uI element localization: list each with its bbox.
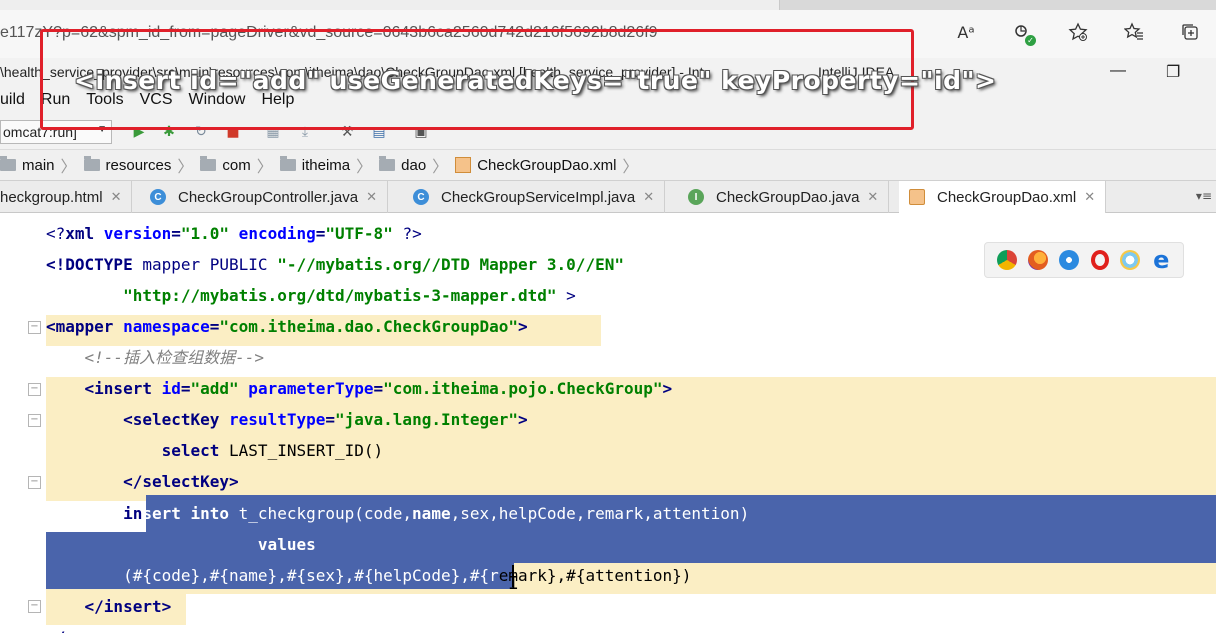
interface-icon: I <box>688 189 704 205</box>
code-line: insert into t_checkgroup(code,name,sex,h… <box>46 504 750 523</box>
tab-checkgroup-dao-java[interactable]: I CheckGroupDao.java ✕ <box>678 181 890 213</box>
fold-icon[interactable]: − <box>28 600 41 613</box>
breadcrumb-itheima[interactable]: itheima <box>279 156 350 174</box>
xml-file-icon <box>909 189 925 205</box>
tab-list-icon[interactable]: ▾≡ <box>1196 189 1212 203</box>
extension-icon[interactable]: ✓ <box>1010 20 1036 46</box>
tab-checkgroup-dao-xml[interactable]: CheckGroupDao.xml ✕ <box>899 181 1107 213</box>
chevron-right-icon: 〉 <box>432 159 449 176</box>
close-icon[interactable]: ✕ <box>867 189 878 205</box>
folder-icon <box>83 156 100 171</box>
folder-icon <box>0 156 16 171</box>
code-line: </selectKey> <box>46 472 239 491</box>
tab-checkgroup-controller[interactable]: C CheckGroupController.java ✕ <box>140 181 388 213</box>
code-comment: <!--插入检查组数据--> <box>46 348 264 367</box>
close-icon[interactable]: ✕ <box>643 189 654 205</box>
mouse-ibeam-icon: I <box>508 573 519 594</box>
code-line: <?xml version="1.0" encoding="UTF-8" ?> <box>46 224 422 243</box>
close-icon[interactable]: ✕ <box>366 189 377 205</box>
firefox-icon[interactable] <box>1027 250 1048 270</box>
chrome-icon[interactable] <box>996 250 1017 270</box>
opera-icon[interactable] <box>1090 250 1109 270</box>
browser-tab[interactable] <box>0 0 780 10</box>
close-icon[interactable]: ✕ <box>111 189 122 205</box>
code-line: values <box>257 535 316 554</box>
editor-tab-bar: heckgroup.html ✕ C CheckGroupController.ja… <box>0 181 1216 213</box>
fold-icon[interactable]: − <box>28 321 41 334</box>
class-icon: C <box>413 189 429 205</box>
breadcrumb: main 〉 resources 〉 com 〉 itheima 〉 dao 〉… <box>0 150 1216 181</box>
code-line: select LAST_INSERT_ID() <box>46 441 384 460</box>
code-line: </insert> <box>46 597 172 616</box>
minimize-button[interactable]: — <box>1110 62 1126 80</box>
chevron-right-icon: 〉 <box>177 159 194 176</box>
code-editor[interactable]: − − − − − <?xml version="1.0" encoding="… <box>0 213 1216 633</box>
chevron-right-icon: 〉 <box>622 159 639 176</box>
safari-icon[interactable] <box>1059 250 1080 270</box>
menu-build[interactable]: uild <box>0 91 25 109</box>
breadcrumb-file[interactable]: CheckGroupDao.xml <box>455 157 616 174</box>
code-line: <mapper namespace="com.itheima.dao.Check… <box>46 317 528 336</box>
code-line: <selectKey resultType="java.lang.Integer… <box>46 410 528 429</box>
folder-icon <box>200 156 217 171</box>
add-favorite-icon[interactable] <box>1066 20 1090 44</box>
collections-icon[interactable] <box>1178 20 1202 44</box>
code-line: <insert id="add" parameterType="com.ithe… <box>46 379 673 398</box>
breadcrumb-resources[interactable]: resources <box>83 156 171 174</box>
folder-icon <box>379 156 396 171</box>
fold-icon[interactable]: − <box>28 383 41 396</box>
folder-icon <box>279 156 296 171</box>
breadcrumb-dao[interactable]: dao <box>379 156 426 174</box>
code-line: "http://mybatis.org/dtd/mybatis-3-mapper… <box>123 286 576 305</box>
class-icon: C <box>150 189 166 205</box>
browser-preview-bar: e <box>984 242 1184 278</box>
tab-checkgroup-serviceimpl[interactable]: C CheckGroupServiceImpl.java ✕ <box>403 181 666 213</box>
code-line: (#{code},#{name},#{sex},#{helpCode},#{re… <box>46 566 692 585</box>
code-line: <!DOCTYPE mapper PUBLIC "-//mybatis.org/… <box>46 255 624 274</box>
chevron-right-icon: 〉 <box>60 159 77 176</box>
breadcrumb-main[interactable]: main <box>0 156 55 174</box>
fold-icon[interactable]: − <box>28 414 41 427</box>
code-line: </mapper> <box>46 622 133 633</box>
chevron-right-icon: 〉 <box>256 159 273 176</box>
breadcrumb-com[interactable]: com <box>200 156 251 174</box>
edge-icon[interactable]: e <box>1151 248 1171 272</box>
fold-icon[interactable]: − <box>28 476 41 489</box>
annotation-text: <insert id="add" useGeneratedKeys="true"… <box>74 66 997 95</box>
ie-icon[interactable] <box>1119 250 1140 270</box>
xml-file-icon <box>455 157 472 173</box>
close-icon[interactable]: ✕ <box>1084 189 1095 205</box>
restore-button[interactable]: ❐ <box>1166 62 1180 82</box>
read-aloud-icon[interactable]: Aᵃ <box>954 20 978 44</box>
tab-checkgroup-html[interactable]: heckgroup.html ✕ <box>0 181 133 213</box>
favorites-icon[interactable] <box>1122 20 1146 44</box>
chevron-right-icon: 〉 <box>356 159 373 176</box>
browser-tab-strip <box>0 0 1216 10</box>
